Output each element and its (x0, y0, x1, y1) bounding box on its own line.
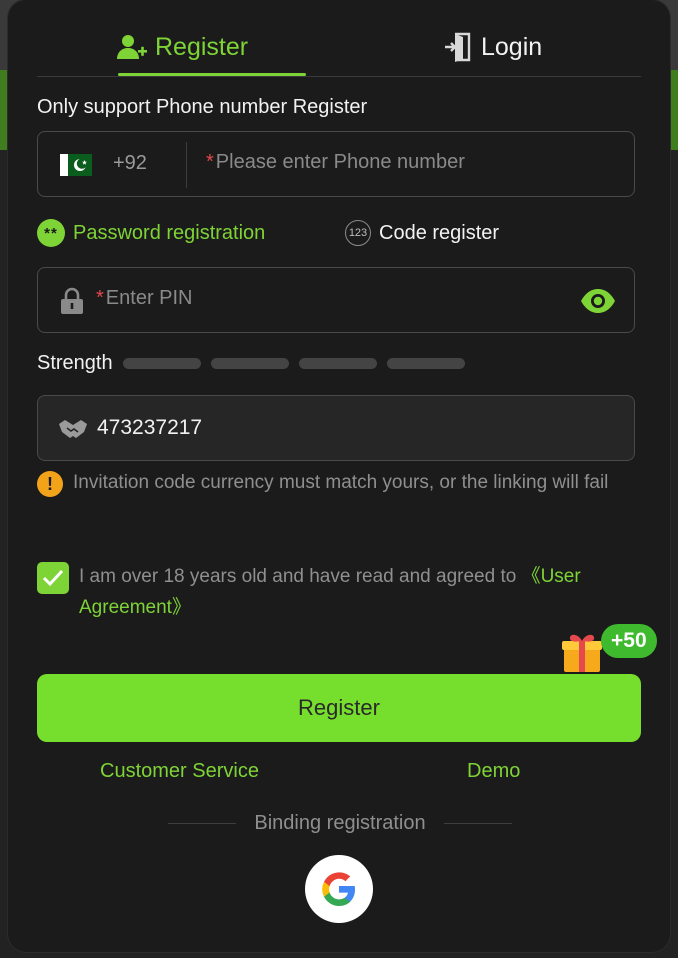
login-door-icon (445, 32, 471, 62)
invite-code-field[interactable]: 473237217 (37, 395, 635, 461)
strength-bar (386, 357, 465, 369)
strength-bar (210, 357, 289, 369)
agree-checkbox[interactable] (37, 562, 69, 594)
password-strength: Strength (37, 350, 465, 376)
google-login-button[interactable] (305, 855, 373, 923)
tab-login[interactable]: Login (445, 18, 542, 76)
code-register-option[interactable]: 123 Code register (345, 215, 499, 251)
invite-code-input[interactable]: 473237217 (97, 416, 202, 440)
required-mark: * (96, 287, 104, 309)
tab-register[interactable]: Register (117, 18, 248, 76)
country-code[interactable]: +92 (113, 152, 147, 175)
password-dots-icon: ** (37, 219, 65, 247)
lock-icon (61, 287, 83, 314)
register-dialog: Register Login Only support Phone number… (8, 0, 670, 952)
customer-service-link[interactable]: Customer Service (100, 760, 259, 783)
strength-bar (298, 357, 377, 369)
warning-icon: ! (37, 471, 63, 497)
eye-icon[interactable] (580, 288, 616, 314)
tab-active-indicator (118, 73, 306, 76)
tab-register-label: Register (155, 32, 249, 61)
agreement-row: I am over 18 years old and have read and… (37, 562, 637, 623)
handshake-icon (59, 420, 87, 438)
gift-icon (562, 634, 602, 672)
auth-tabs: Register Login (37, 18, 641, 77)
field-divider (186, 142, 187, 188)
demo-link[interactable]: Demo (467, 760, 520, 783)
divider-line (168, 822, 237, 824)
code-register-label: Code register (379, 221, 500, 244)
strength-label: Strength (37, 351, 113, 374)
code-123-icon: 123 (345, 220, 371, 246)
pin-placeholder: Enter PIN (105, 287, 193, 309)
register-button[interactable]: Register (37, 674, 641, 742)
pin-field[interactable]: * Enter PIN (37, 267, 635, 333)
phone-input[interactable]: * Please enter Phone number (206, 151, 465, 174)
agreement-statement: I am over 18 years old and have read and… (79, 566, 522, 587)
add-user-icon (117, 35, 147, 59)
password-registration-option[interactable]: ** Password registration (37, 215, 265, 251)
phone-placeholder: Please enter Phone number (215, 151, 465, 173)
tab-login-label: Login (481, 32, 543, 61)
checkmark-icon (42, 569, 64, 587)
divider-line (443, 822, 512, 824)
invite-warning: ! Invitation code currency must match yo… (37, 469, 627, 497)
binding-registration-label: Binding registration (254, 811, 426, 834)
google-icon (322, 872, 355, 906)
bonus-badge: +50 (601, 624, 657, 658)
strength-bar (122, 357, 201, 369)
password-registration-label: Password registration (73, 221, 266, 244)
agreement-text: I am over 18 years old and have read and… (79, 561, 637, 623)
phone-field[interactable]: +92 * Please enter Phone number (37, 131, 635, 197)
warning-text: Invitation code currency must match your… (73, 472, 609, 493)
binding-registration-divider: Binding registration (160, 808, 520, 838)
registration-method-options: ** Password registration 123 Code regist… (37, 215, 637, 251)
phone-only-label: Only support Phone number Register (37, 96, 368, 118)
pakistan-flag-icon[interactable] (60, 154, 92, 176)
pin-input[interactable]: * Enter PIN (96, 287, 193, 310)
required-mark: * (206, 151, 214, 173)
